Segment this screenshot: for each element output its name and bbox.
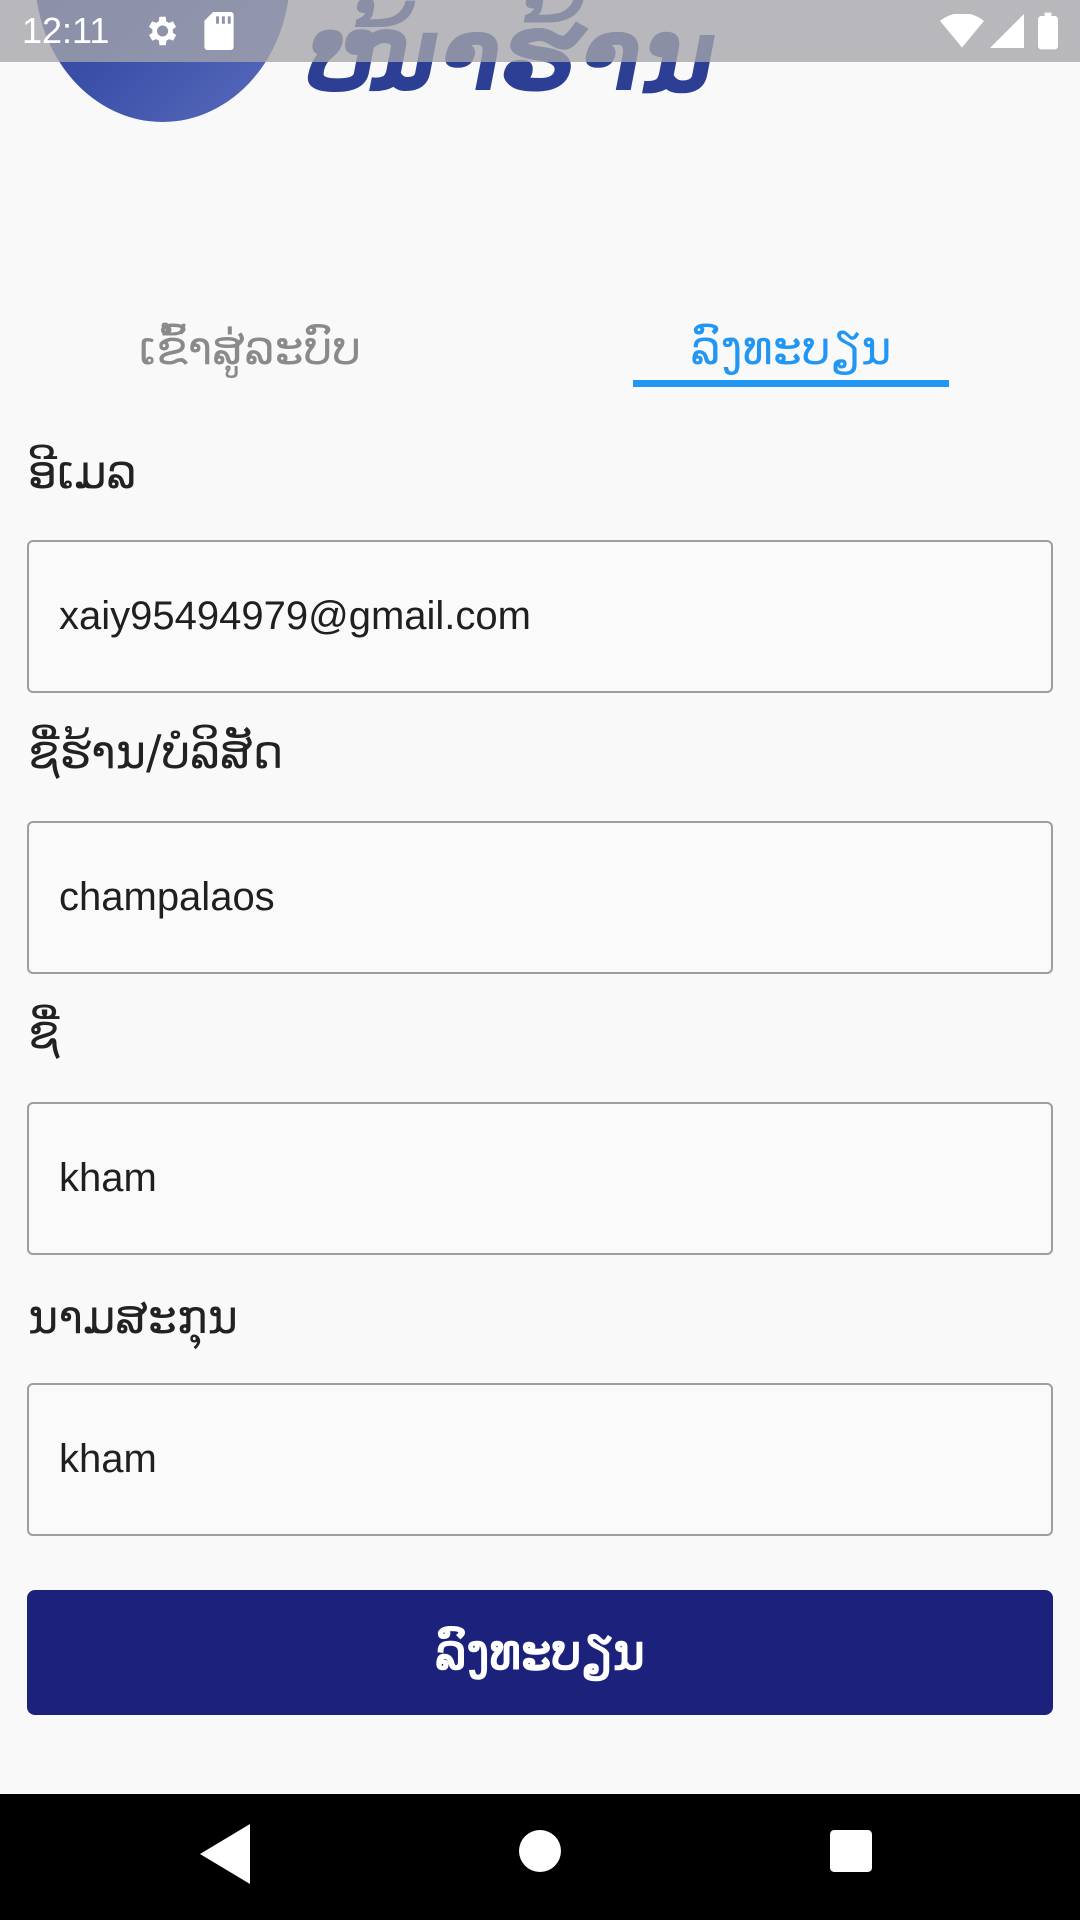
tab-login[interactable]: ເຂົ້າສູ່ລະບົບ xyxy=(60,310,440,386)
email-label: ອີເມລ xyxy=(28,445,137,499)
wifi-icon xyxy=(940,13,984,52)
first-name-field[interactable] xyxy=(27,1102,1053,1255)
signal-icon xyxy=(990,14,1024,52)
register-button[interactable]: ລົງທະບຽນ xyxy=(27,1590,1053,1715)
recents-icon[interactable] xyxy=(830,1830,872,1876)
store-name-input[interactable] xyxy=(59,823,1019,972)
first-name-label: ຊື່ xyxy=(28,1005,60,1059)
back-icon[interactable] xyxy=(200,1824,250,1888)
email-field[interactable] xyxy=(27,540,1053,693)
battery-icon xyxy=(1038,12,1058,54)
last-name-label: ນາມສະກຸນ xyxy=(28,1290,238,1344)
first-name-input[interactable] xyxy=(59,1104,1019,1253)
last-name-field[interactable] xyxy=(27,1383,1053,1536)
last-name-input[interactable] xyxy=(59,1385,1019,1534)
sd-card-icon xyxy=(204,12,234,54)
store-name-field[interactable] xyxy=(27,821,1053,974)
register-screen: ໜ້າຮ້ານ 12:11 ເຂົ້າສູ່ລະບົບ ລົງທະບຽນ ອີເ… xyxy=(0,0,1080,1920)
navigation-bar xyxy=(0,1794,1080,1920)
email-input[interactable] xyxy=(59,542,1019,691)
store-name-label: ຊື່ຮ້ານ/ບໍລິສັດ xyxy=(28,725,284,779)
active-tab-indicator xyxy=(633,380,949,387)
home-icon[interactable] xyxy=(519,1830,561,1876)
gear-icon xyxy=(142,12,180,54)
tab-register[interactable]: ລົງທະບຽນ xyxy=(633,310,949,386)
status-time: 12:11 xyxy=(22,10,110,51)
status-bar: 12:11 xyxy=(0,0,1080,62)
